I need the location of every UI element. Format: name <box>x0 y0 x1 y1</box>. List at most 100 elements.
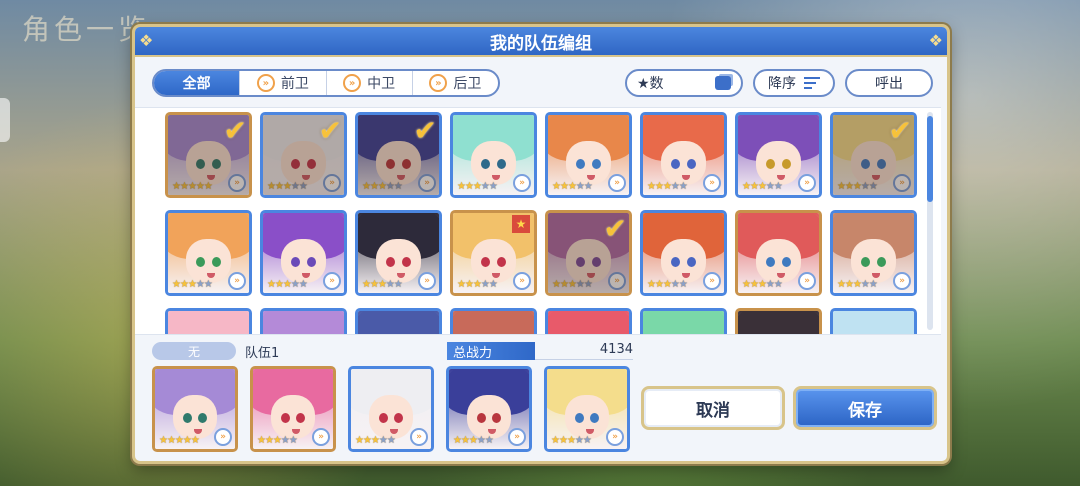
star-icon: ★ <box>773 279 783 290</box>
star-icon: ★ <box>464 181 474 192</box>
character-card[interactable]: ★★★★★» <box>735 210 822 296</box>
star-icon: ★ <box>558 435 568 446</box>
star-icon: ★ <box>567 181 577 192</box>
star-icon: ★ <box>179 181 189 192</box>
roster-scrollbar[interactable] <box>927 112 933 330</box>
character-card[interactable]: ★★★★★» <box>640 308 727 334</box>
star-icon: ★ <box>582 435 592 446</box>
position-chevron-icon: » <box>606 428 624 446</box>
background-side-tab <box>0 98 10 142</box>
star-icon: ★ <box>385 181 395 192</box>
star-icon: ★ <box>460 435 470 446</box>
character-card[interactable]: ★★★★★» <box>260 308 347 334</box>
scrollbar-thumb[interactable] <box>927 116 933 202</box>
character-card[interactable]: ★★★★★» ✔ <box>165 112 252 198</box>
star-icon: ★ <box>274 181 284 192</box>
team-member-card[interactable]: ★★★★★» <box>152 366 238 452</box>
character-card[interactable]: ★★★★★» <box>830 210 917 296</box>
character-roster: ★★★★★» ✔ ★★★★★» ✔ ★★★★★» ✔ ★★★★★» ★★★★★» ★★★★★» ★… <box>135 107 941 335</box>
tab-back[interactable]: » 后卫 <box>411 71 498 95</box>
call-out-button[interactable]: 呼出 <box>845 69 933 97</box>
star-rating: ★★★★★ <box>647 279 688 290</box>
character-card[interactable]: ★★★★★» <box>165 210 252 296</box>
star-icon: ★ <box>362 435 372 446</box>
character-card[interactable]: ★★★★★» <box>735 112 822 198</box>
character-card[interactable]: ★★★★★» <box>545 112 632 198</box>
star-icon: ★ <box>393 181 403 192</box>
tab-label: 全部 <box>182 76 211 92</box>
star-rating: ★★★★★ <box>257 435 298 446</box>
character-card[interactable]: ★★★★★» ✔ <box>545 210 632 296</box>
star-icon: ★ <box>172 279 181 290</box>
position-chevron-icon: » <box>312 428 330 446</box>
star-icon: ★ <box>480 279 490 290</box>
star-icon: ★ <box>678 279 688 290</box>
tab-all[interactable]: 全部 <box>154 71 240 95</box>
star-icon: ★ <box>174 435 184 446</box>
character-card[interactable]: ★★★★★» <box>450 112 537 198</box>
star-icon: ★ <box>488 279 498 290</box>
star-icon: ★ <box>362 181 371 192</box>
position-chevron-icon: » <box>513 272 531 290</box>
cancel-button[interactable]: 取消 <box>641 386 785 430</box>
team-member-card[interactable]: ★★★★★» <box>446 366 532 452</box>
character-card[interactable]: ★★★★★» ✔ <box>355 112 442 198</box>
position-chevron-icon: » <box>228 272 246 290</box>
star-icon: ★ <box>559 181 569 192</box>
team-member-card[interactable]: ★★★★★ » <box>544 366 630 452</box>
character-card[interactable]: ★★★★★» <box>545 308 632 334</box>
star-icon: ★ <box>844 181 854 192</box>
character-card[interactable]: ★★★★★» <box>640 112 727 198</box>
star-icon: ★ <box>377 181 387 192</box>
star-icon: ★ <box>369 181 379 192</box>
star-rating: ★★★★★ <box>355 435 396 446</box>
position-chevron-icon: » <box>228 174 246 192</box>
team-tag: 无 <box>152 342 236 360</box>
star-icon: ★ <box>386 435 396 446</box>
star-icon: ★ <box>837 279 846 290</box>
star-icon: ★ <box>583 181 593 192</box>
star-icon: ★ <box>464 279 474 290</box>
star-rating: ★★★★★ <box>551 435 592 446</box>
star-icon: ★ <box>370 435 380 446</box>
star-icon: ★ <box>575 181 585 192</box>
team-member-card[interactable]: ★★★★★» <box>348 366 434 452</box>
star-icon: ★ <box>654 181 664 192</box>
character-portrait <box>643 311 724 334</box>
star-icon: ★ <box>852 181 862 192</box>
character-card[interactable]: ★★★★★» <box>165 308 252 334</box>
sort-by-button[interactable]: ★数 <box>625 69 743 97</box>
star-icon: ★ <box>654 279 664 290</box>
tab-front[interactable]: » 前卫 <box>239 71 325 95</box>
character-card[interactable]: ★★★★★» <box>355 210 442 296</box>
character-card[interactable]: ★★★★★» <box>450 308 537 334</box>
character-card[interactable]: ★★★★★» <box>735 308 822 334</box>
character-card[interactable]: ★★★★★» <box>640 210 727 296</box>
position-chevron-icon: » <box>323 272 341 290</box>
star-icon: ★ <box>187 181 197 192</box>
star-icon: ★ <box>476 435 486 446</box>
star-icon: ★ <box>282 181 292 192</box>
call-out-label: 呼出 <box>875 76 903 92</box>
sort-by-label: ★数 <box>637 76 664 92</box>
character-card[interactable]: ★★★★★» <box>355 308 442 334</box>
star-icon: ★ <box>393 279 403 290</box>
character-card[interactable]: ★★★★★» ✔ <box>260 112 347 198</box>
star-icon: ★ <box>765 279 775 290</box>
star-icon: ★ <box>551 435 560 446</box>
character-card[interactable]: ★★★★★» ★ <box>450 210 537 296</box>
position-chevron-icon: » <box>513 174 531 192</box>
tab-middle[interactable]: » 中卫 <box>325 71 412 95</box>
star-icon: ★ <box>272 435 282 446</box>
character-card[interactable]: ★★★★★» ✔ <box>830 112 917 198</box>
character-card[interactable]: ★★★★★» <box>260 210 347 296</box>
save-button[interactable]: 保存 <box>793 386 937 430</box>
team-member-card[interactable]: ★★★★★ » <box>250 366 336 452</box>
star-icon: ★ <box>385 279 395 290</box>
character-card[interactable]: ★★★★★» <box>830 308 917 334</box>
sort-order-button[interactable]: 降序 <box>753 69 835 97</box>
star-icon: ★ <box>567 279 577 290</box>
ornament-left-icon: ❖ <box>139 31 154 50</box>
dialog-title: 我的队伍编组 <box>490 33 592 54</box>
star-icon: ★ <box>264 435 274 446</box>
